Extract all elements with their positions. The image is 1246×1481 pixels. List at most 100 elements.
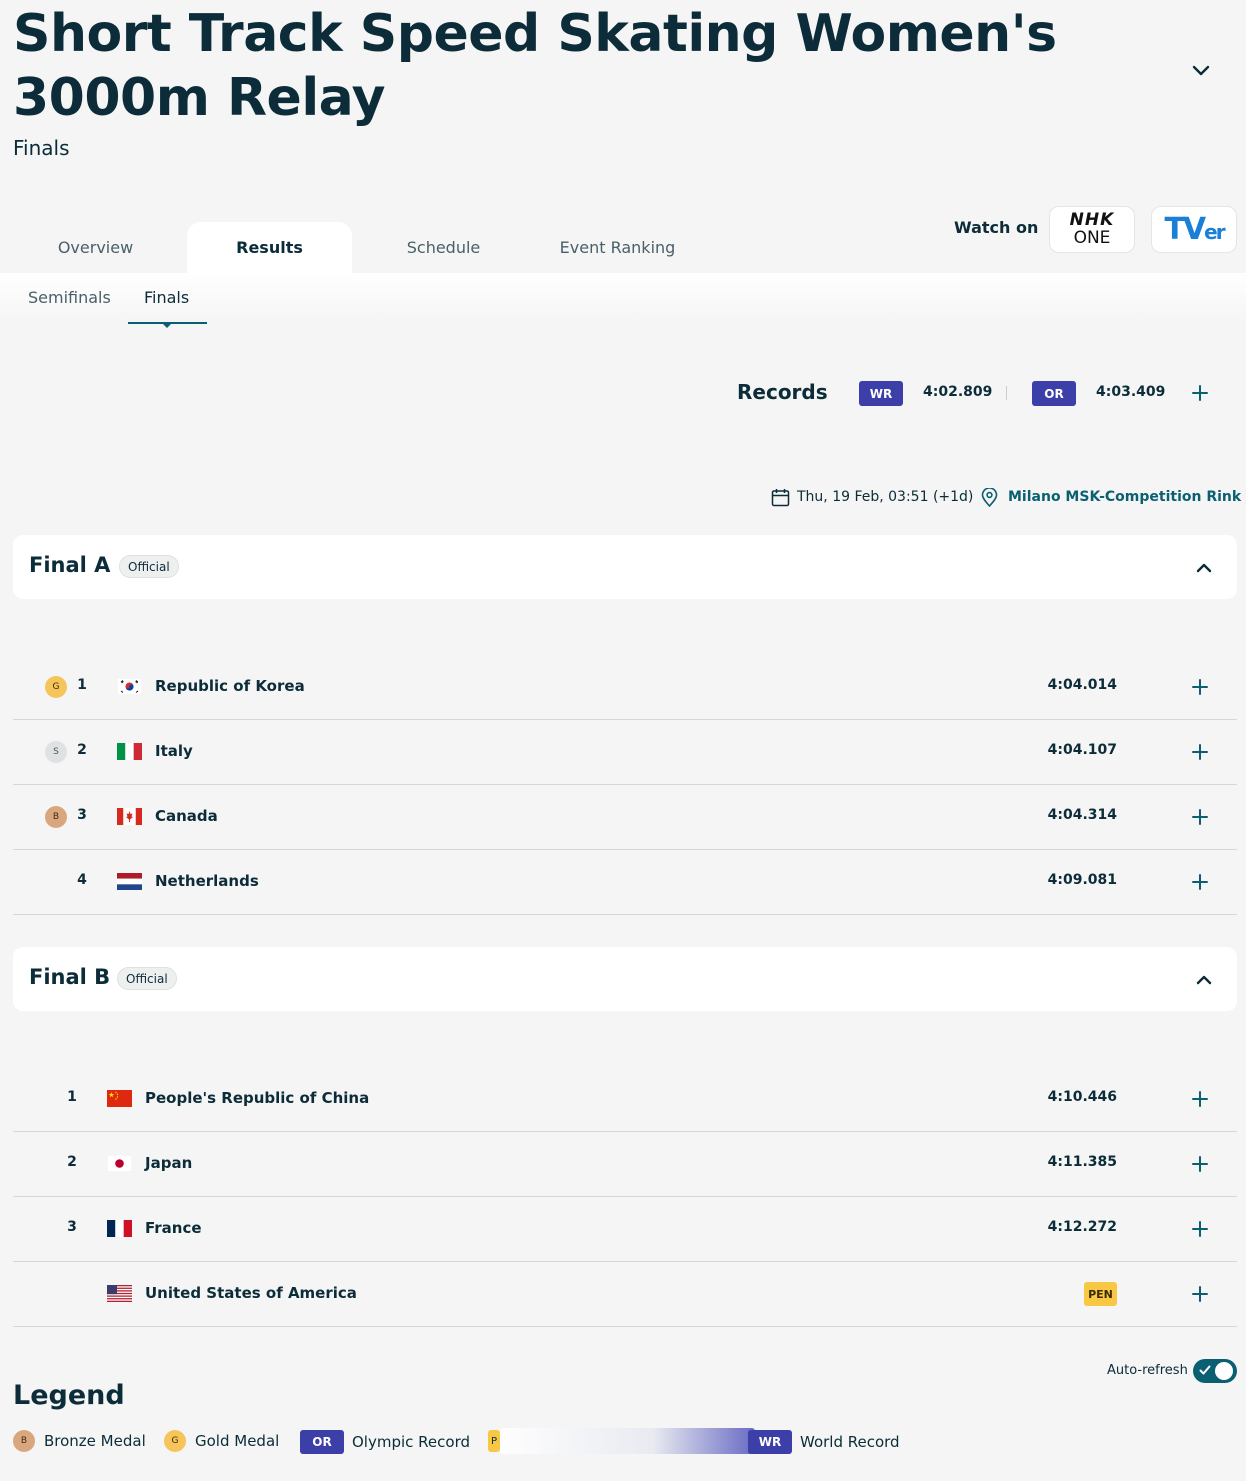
subtab-semifinals[interactable]: Semifinals	[28, 288, 111, 307]
country-name: Canada	[155, 807, 218, 825]
usa-flag-icon	[107, 1285, 132, 1302]
final-b-header[interactable]: Final B Official	[13, 947, 1237, 1011]
canada-flag-icon	[117, 808, 142, 825]
rank: 3	[77, 807, 87, 823]
wr-value: 4:02.809	[923, 384, 993, 400]
legend-label: Gold Medal	[195, 1432, 280, 1450]
table-row[interactable]: B 3 Canada 4:04.314	[13, 785, 1237, 850]
legend-item-bronze: B Bronze Medal	[13, 1430, 146, 1452]
france-flag-icon	[107, 1220, 132, 1237]
check-icon	[1199, 1365, 1211, 1375]
result-time: 4:12.272	[1047, 1219, 1117, 1235]
result-time: 4:04.014	[1047, 677, 1117, 693]
wr-badge: WR	[748, 1430, 792, 1454]
legend-label: Bronze Medal	[44, 1432, 146, 1450]
table-row[interactable]: S 2 Italy 4:04.107	[13, 720, 1237, 785]
table-row[interactable]: 4 Netherlands 4:09.081	[13, 850, 1237, 915]
chevron-down-icon[interactable]	[1188, 58, 1214, 84]
japan-flag-icon	[107, 1155, 132, 1172]
silver-medal-icon: S	[45, 741, 67, 763]
plus-icon[interactable]	[1190, 872, 1210, 892]
result-time: 4:11.385	[1047, 1154, 1117, 1170]
final-a-header[interactable]: Final A Official	[13, 535, 1237, 599]
tab-schedule[interactable]: Schedule	[361, 222, 526, 273]
table-row[interactable]: 1 People's Republic of China 4:10.446	[13, 1067, 1237, 1132]
gold-medal-icon: G	[164, 1430, 186, 1452]
table-row[interactable]: 3 France 4:12.272	[13, 1197, 1237, 1262]
watch-on-label: Watch on	[954, 218, 1039, 237]
subtab-finals[interactable]: Finals	[144, 288, 189, 307]
legend-title: Legend	[13, 1380, 125, 1411]
legend-item-olympic-record: OR Olympic Record	[300, 1430, 470, 1454]
plus-icon[interactable]	[1190, 1284, 1210, 1304]
rank: 2	[77, 742, 87, 758]
page-title: Short Track Speed Skating Women's 3000m …	[13, 4, 1057, 128]
result-time: 4:09.081	[1047, 872, 1117, 888]
penalty-badge: P	[488, 1430, 500, 1452]
korea-flag-icon	[117, 678, 142, 695]
tver-button[interactable]: TVer	[1151, 206, 1237, 253]
gold-medal-icon: G	[45, 676, 67, 698]
auto-refresh-label: Auto-refresh	[1107, 1363, 1188, 1378]
tab-results[interactable]: Results	[187, 222, 352, 273]
country-name: Republic of Korea	[155, 677, 305, 695]
calendar-icon	[771, 489, 790, 507]
nhk-logo-line1: NHK	[1069, 210, 1115, 230]
tver-logo: TVer	[1164, 212, 1225, 247]
plus-icon[interactable]	[1190, 383, 1210, 403]
chevron-up-icon[interactable]	[1193, 969, 1215, 991]
tab-overview[interactable]: Overview	[13, 222, 178, 273]
plus-icon[interactable]	[1190, 742, 1210, 762]
result-time: 4:10.446	[1047, 1089, 1117, 1105]
location-pin-icon	[981, 488, 998, 507]
plus-icon[interactable]	[1190, 1089, 1210, 1109]
country-name: France	[145, 1219, 202, 1237]
page-subtitle: Finals	[13, 136, 70, 160]
auto-refresh-toggle[interactable]	[1193, 1359, 1237, 1383]
phase-subtabs: Semifinals Finals	[0, 273, 1246, 328]
result-time: 4:04.314	[1047, 807, 1117, 823]
netherlands-flag-icon	[117, 873, 142, 890]
rank: 1	[77, 677, 87, 693]
nhk-logo-line2: ONE	[1073, 228, 1111, 248]
country-name: People's Republic of China	[145, 1089, 370, 1107]
result-time: 4:04.107	[1047, 742, 1117, 758]
bronze-medal-icon: B	[45, 806, 67, 828]
country-name: Netherlands	[155, 872, 259, 890]
records-label: Records	[737, 380, 828, 404]
plus-icon[interactable]	[1190, 1154, 1210, 1174]
legend-item-gold: G Gold Medal	[164, 1430, 279, 1452]
rank: 3	[67, 1219, 77, 1235]
country-name: United States of America	[145, 1284, 357, 1302]
italy-flag-icon	[117, 743, 142, 760]
table-row[interactable]: G 1 Republic of Korea 4:04.014	[13, 655, 1237, 720]
event-datetime: Thu, 19 Feb, 03:51 (+1d)	[797, 489, 974, 505]
country-name: Japan	[145, 1154, 193, 1172]
legend-label: World Record	[800, 1433, 900, 1451]
tab-event-ranking[interactable]: Event Ranking	[535, 222, 700, 273]
blurred-overlay	[500, 1428, 755, 1454]
plus-icon[interactable]	[1190, 677, 1210, 697]
venue-link[interactable]: Milano MSK-Competition Rink	[1008, 489, 1241, 505]
final-a-title: Final A	[29, 553, 111, 577]
china-flag-icon	[107, 1090, 132, 1107]
nhk-one-button[interactable]: NHK ONE	[1049, 206, 1135, 253]
penalty-badge: PEN	[1084, 1282, 1117, 1306]
plus-icon[interactable]	[1190, 807, 1210, 827]
status-badge: Official	[117, 967, 177, 990]
plus-icon[interactable]	[1190, 1219, 1210, 1239]
legend-label: Olympic Record	[352, 1433, 470, 1451]
final-b-title: Final B	[29, 965, 111, 989]
chevron-up-icon[interactable]	[1193, 557, 1215, 579]
toggle-knob	[1215, 1362, 1233, 1380]
or-value: 4:03.409	[1096, 384, 1166, 400]
bronze-medal-icon: B	[13, 1430, 35, 1452]
active-subtab-caret	[163, 324, 171, 328]
rank: 2	[67, 1154, 77, 1170]
table-row[interactable]: 2 Japan 4:11.385	[13, 1132, 1237, 1197]
records-divider	[1006, 386, 1007, 400]
rank: 1	[67, 1089, 77, 1105]
legend-item-world-record: WR World Record	[748, 1430, 900, 1454]
table-row[interactable]: United States of America PEN	[13, 1262, 1237, 1327]
or-badge: OR	[1032, 381, 1076, 406]
